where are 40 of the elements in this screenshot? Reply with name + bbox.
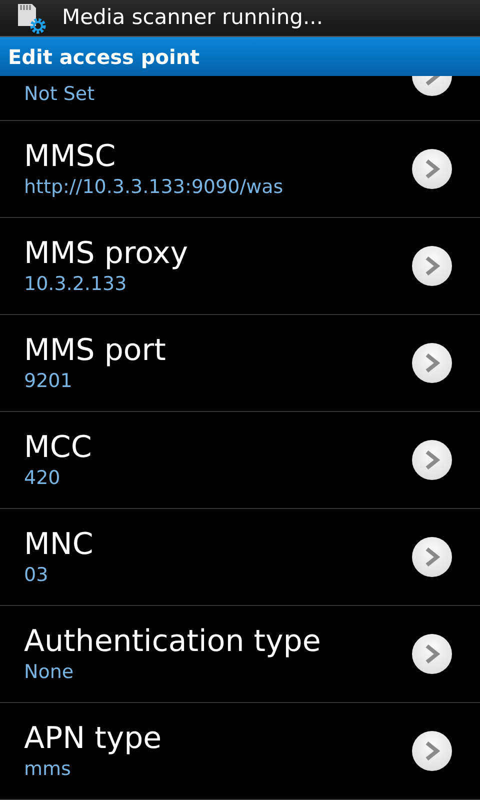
- chevron-icon: [424, 547, 440, 567]
- chevron-button[interactable]: [412, 440, 452, 480]
- setting-title: MCC: [24, 430, 93, 466]
- setting-value: Not Set: [24, 82, 96, 106]
- chevron-icon: [424, 644, 440, 664]
- setting-title: APN type: [24, 720, 163, 757]
- chevron-button[interactable]: [412, 343, 452, 383]
- screen-title: Edit access point: [8, 44, 200, 70]
- chevron-icon: [424, 159, 440, 179]
- chevron-button[interactable]: [412, 149, 452, 189]
- chevron-button[interactable]: [412, 246, 452, 286]
- setting-value: 03: [24, 562, 50, 588]
- setting-title: MNC: [24, 526, 94, 563]
- chevron-icon: [424, 741, 440, 761]
- setting-value: 420: [24, 466, 62, 490]
- notification-text: Media scanner running...: [62, 4, 324, 32]
- chevron-button[interactable]: [412, 634, 452, 674]
- sd-card-settings-icon: [16, 2, 46, 34]
- setting-row[interactable]: MMS port 9201: [0, 315, 480, 412]
- setting-row[interactable]: MMSC http://10.3.3.133:9090/was: [0, 121, 480, 218]
- setting-row[interactable]: Not Set: [0, 76, 480, 121]
- setting-title: MMS proxy: [24, 236, 190, 272]
- setting-value: 10.3.2.133: [24, 272, 128, 296]
- setting-row[interactable]: APN type mms: [0, 703, 480, 800]
- setting-row[interactable]: MCC 420: [0, 412, 480, 509]
- chevron-button[interactable]: [412, 537, 452, 577]
- setting-title: MMSC: [24, 138, 117, 175]
- setting-value: None: [24, 660, 75, 684]
- chevron-icon: [424, 256, 440, 276]
- setting-row[interactable]: MMS proxy 10.3.2.133: [0, 218, 480, 315]
- setting-title: MMS port: [24, 332, 167, 369]
- chevron-icon: [424, 450, 440, 470]
- chevron-button[interactable]: [412, 731, 452, 771]
- setting-title: Authentication type: [24, 624, 322, 660]
- setting-value: mms: [24, 756, 72, 782]
- setting-row[interactable]: Authentication type None: [0, 606, 480, 703]
- setting-value: http://10.3.3.133:9090/was: [24, 174, 284, 200]
- setting-value: 9201: [24, 368, 74, 394]
- setting-row[interactable]: MNC 03: [0, 509, 480, 606]
- chevron-icon: [424, 353, 440, 373]
